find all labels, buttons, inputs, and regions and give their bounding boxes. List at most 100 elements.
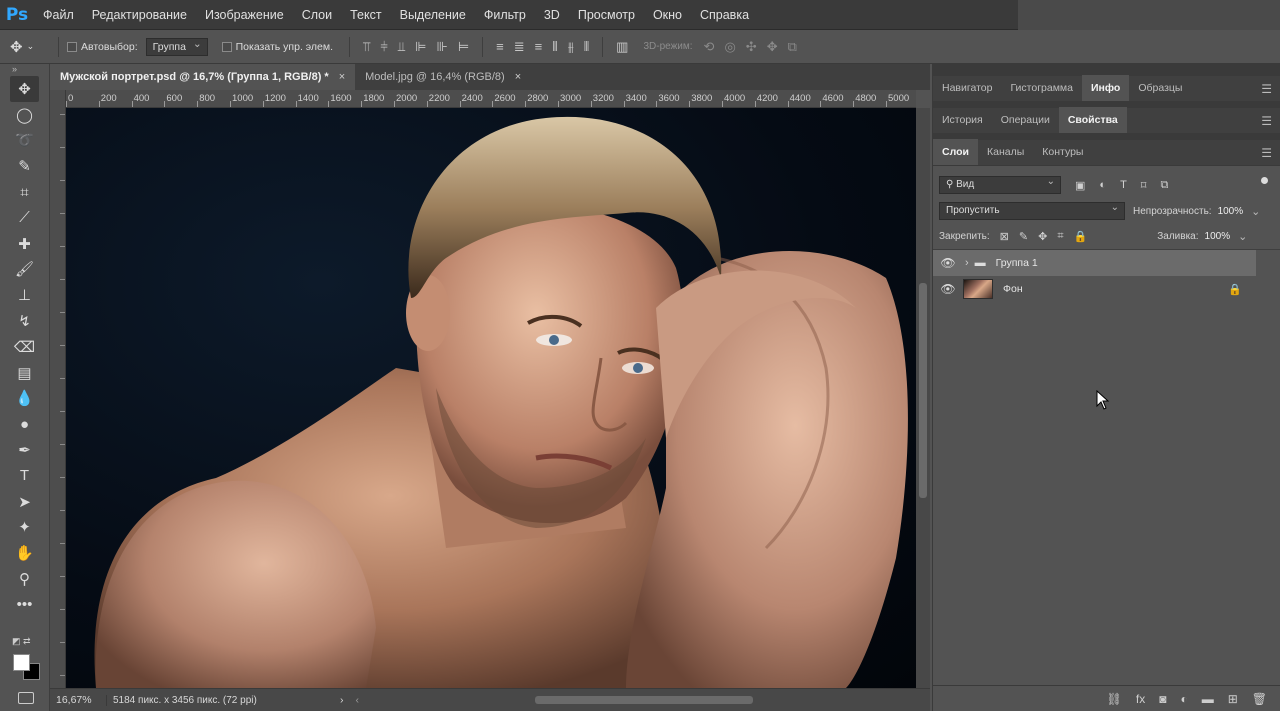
lock-transparency-icon[interactable]: ⊠ bbox=[1000, 230, 1009, 243]
lock-pixels-icon[interactable]: ✎ bbox=[1019, 230, 1028, 243]
adjustment-layer-icon[interactable]: ◐ bbox=[1180, 692, 1187, 706]
tab-document-model[interactable]: Model.jpg @ 16,4% (RGB/8) × bbox=[355, 64, 531, 90]
pen-tool-icon[interactable]: ✒ bbox=[0, 437, 49, 463]
distribute-left-icon[interactable]: ⫴ bbox=[552, 39, 557, 55]
autoselect-checkbox[interactable]: Автовыбор: bbox=[67, 41, 138, 53]
fill-value[interactable]: 100% bbox=[1205, 231, 1231, 242]
autoselect-dropdown[interactable]: Группа bbox=[145, 37, 208, 56]
lock-all-icon[interactable]: 🔒 bbox=[1074, 230, 1088, 243]
pan-3d-icon[interactable]: ✣ bbox=[746, 39, 757, 55]
layer-filter-dropdown[interactable]: ⚲ Вид bbox=[939, 176, 1061, 194]
lasso-tool-icon[interactable]: ➰ bbox=[0, 128, 49, 154]
tab-info[interactable]: Инфо bbox=[1081, 75, 1130, 101]
menu-edit[interactable]: Редактирование bbox=[83, 0, 196, 30]
show-controls-checkbox[interactable]: Показать упр. элем. bbox=[221, 41, 333, 53]
crop-tool-icon[interactable]: ⌗ bbox=[0, 179, 49, 205]
eye-icon[interactable]: 👁 bbox=[933, 282, 963, 296]
slide-3d-icon[interactable]: ✥ bbox=[767, 39, 778, 55]
orbit-3d-icon[interactable]: ⟲ bbox=[704, 39, 715, 55]
align-left-icon[interactable]: ⊫ bbox=[415, 39, 426, 55]
scroll-thumb[interactable] bbox=[535, 696, 753, 704]
distribute-right-icon[interactable]: ⫴ bbox=[584, 39, 589, 55]
healing-brush-tool-icon[interactable]: ✚ bbox=[0, 231, 49, 257]
custom-shape-tool-icon[interactable]: ✦ bbox=[0, 515, 49, 541]
close-icon[interactable]: × bbox=[339, 71, 345, 83]
collapse-arrows-icon[interactable]: » bbox=[0, 64, 49, 76]
panel-menu-icon[interactable]: ☰ bbox=[1261, 82, 1272, 96]
quick-select-tool-icon[interactable]: ✎ bbox=[0, 153, 49, 179]
tab-layers[interactable]: Слои bbox=[933, 139, 978, 165]
foreground-color-swatch[interactable] bbox=[13, 654, 30, 671]
blur-tool-icon[interactable]: 💧 bbox=[0, 386, 49, 412]
new-group-icon[interactable]: ▬ bbox=[1202, 692, 1214, 706]
checkbox-box[interactable] bbox=[221, 41, 232, 52]
link-layers-icon[interactable]: ⛓ bbox=[1107, 692, 1122, 706]
filter-adjustment-icon[interactable]: ◐ bbox=[1099, 179, 1106, 191]
checkbox-box[interactable] bbox=[67, 41, 77, 52]
align-hcenter-icon[interactable]: ⊪ bbox=[437, 39, 448, 55]
add-mask-icon[interactable]: ◙ bbox=[1159, 692, 1166, 706]
filter-type-icon[interactable]: T bbox=[1120, 179, 1127, 191]
layer-background[interactable]: 👁 Фон 🔒 bbox=[933, 276, 1280, 302]
tab-history[interactable]: История bbox=[933, 107, 992, 133]
menu-select[interactable]: Выделение bbox=[391, 0, 475, 30]
filter-shape-icon[interactable]: ⌑ bbox=[1141, 179, 1147, 192]
type-tool-icon[interactable]: T bbox=[0, 463, 49, 489]
menu-file[interactable]: Файл bbox=[34, 0, 83, 30]
move-tool-preset[interactable]: ✥ ⌄ bbox=[10, 38, 50, 56]
menu-type[interactable]: Текст bbox=[341, 0, 390, 30]
menu-3d[interactable]: 3D bbox=[535, 0, 569, 30]
horizontal-scrollbar[interactable] bbox=[435, 694, 960, 706]
tab-navigator[interactable]: Навигатор bbox=[933, 75, 1001, 101]
horizontal-ruler[interactable]: 0 200 400 600 800 1000 1200 1400 1600 1800 2000 220… bbox=[66, 90, 916, 108]
quick-mask-icon[interactable] bbox=[18, 692, 34, 704]
scroll-left-arrow-icon[interactable]: ‹ bbox=[356, 694, 360, 706]
hand-tool-icon[interactable]: ✋ bbox=[0, 540, 49, 566]
history-brush-tool-icon[interactable]: ↯ bbox=[0, 308, 49, 334]
filter-toggle[interactable] bbox=[1261, 177, 1268, 184]
filter-smart-object-icon[interactable]: ⧉ bbox=[1160, 179, 1168, 192]
chevron-down-icon[interactable]: ⌄ bbox=[1238, 230, 1247, 243]
menu-image[interactable]: Изображение bbox=[196, 0, 293, 30]
tab-histogram[interactable]: Гистограмма bbox=[1001, 75, 1082, 101]
tab-channels[interactable]: Каналы bbox=[978, 139, 1033, 165]
menu-window[interactable]: Окно bbox=[644, 0, 691, 30]
trash-icon[interactable]: 🗑 bbox=[1252, 692, 1267, 706]
move-tool-icon[interactable]: ✥ bbox=[10, 76, 39, 102]
filter-pixel-icon[interactable]: ▣ bbox=[1075, 179, 1085, 192]
panel-menu-icon[interactable]: ☰ bbox=[1261, 114, 1272, 128]
menu-view[interactable]: Просмотр bbox=[569, 0, 644, 30]
eraser-tool-icon[interactable]: ⌫ bbox=[0, 334, 49, 360]
status-menu-arrow-icon[interactable]: › bbox=[340, 694, 344, 706]
vertical-scrollbar[interactable] bbox=[916, 108, 930, 688]
opacity-value[interactable]: 100% bbox=[1218, 206, 1244, 217]
align-vcenter-icon[interactable]: ⫩ bbox=[380, 39, 387, 55]
tab-paths[interactable]: Контуры bbox=[1033, 139, 1092, 165]
distribute-bottom-icon[interactable]: ≡ bbox=[535, 39, 543, 54]
align-top-icon[interactable]: ⫪ bbox=[363, 39, 370, 55]
tab-actions[interactable]: Операции bbox=[992, 107, 1059, 133]
distribute-top-icon[interactable]: ≡ bbox=[496, 39, 504, 54]
auto-align-icon[interactable]: ▥ bbox=[616, 39, 628, 55]
tab-document-portrait[interactable]: Мужской портрет.psd @ 16,7% (Группа 1, R… bbox=[50, 64, 356, 90]
distribute-vcenter-icon[interactable]: ≣ bbox=[514, 39, 525, 55]
roll-3d-icon[interactable]: ◎ bbox=[724, 39, 735, 55]
align-right-icon[interactable]: ⊨ bbox=[458, 39, 469, 55]
zoom-tool-icon[interactable]: ⚲ bbox=[0, 566, 49, 592]
align-bottom-icon[interactable]: ⫫ bbox=[398, 39, 405, 55]
document-canvas[interactable] bbox=[66, 108, 916, 688]
lock-artboard-icon[interactable]: ⌗ bbox=[1057, 230, 1063, 243]
marquee-tool-icon[interactable]: ◯ bbox=[0, 102, 49, 128]
default-colors-icon[interactable]: ◩ ⇄ bbox=[12, 636, 31, 647]
distribute-hcenter-icon[interactable]: ⫵ bbox=[568, 39, 574, 55]
menu-help[interactable]: Справка bbox=[691, 0, 758, 30]
chevron-right-icon[interactable]: › bbox=[965, 257, 969, 269]
eye-icon[interactable]: 👁 bbox=[933, 256, 963, 270]
vertical-ruler[interactable] bbox=[50, 90, 66, 688]
brush-tool-icon[interactable]: 🖌 bbox=[0, 257, 49, 283]
menu-layers[interactable]: Слои bbox=[293, 0, 341, 30]
blend-mode-dropdown[interactable]: Пропустить bbox=[939, 202, 1125, 220]
scroll-thumb[interactable] bbox=[919, 283, 927, 498]
more-tools-icon[interactable]: ••• bbox=[0, 592, 49, 618]
new-layer-icon[interactable]: ⊞ bbox=[1228, 692, 1238, 706]
